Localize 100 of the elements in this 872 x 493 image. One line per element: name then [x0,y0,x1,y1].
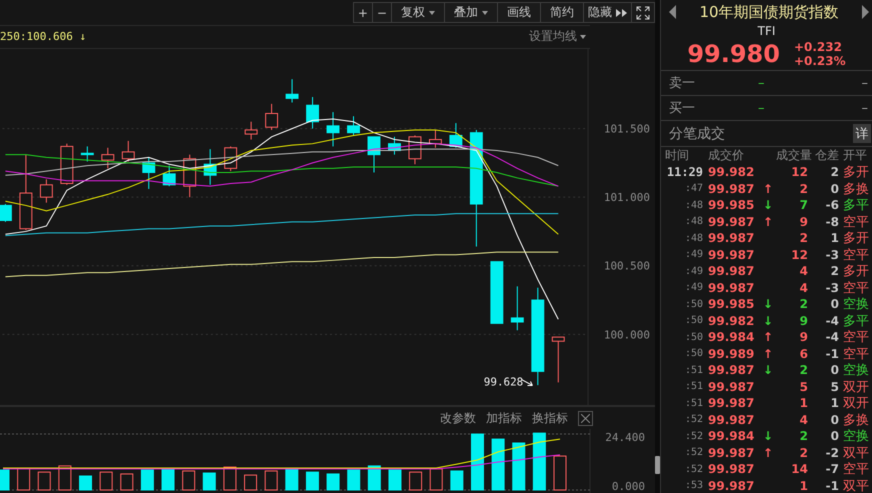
trend-arrow: ↑ [763,446,774,460]
right-arrow-icon[interactable] [862,5,869,19]
toolbar-button[interactable]: 叠加 [444,2,498,23]
position-change-cell-text: 1 [830,396,839,410]
fullscreen-button[interactable] [631,2,655,23]
trade-type-cell-text: 多换 [842,180,870,198]
time-cell-text: :49 [684,266,704,276]
volume-cell-text: 4 [798,280,808,294]
price-cell-text: 99.987 [708,264,756,278]
volume-cell-text: 2 [798,429,808,443]
volume-bar [0,470,10,490]
candlestick [368,136,380,173]
position-change-cell-text: 2 [830,165,839,179]
trade-type-cell-text: 空换 [842,362,870,379]
position-change-cell-text: 0 [830,412,839,426]
price-cell-text: 99.984 [708,330,756,344]
toolbar-button[interactable]: 简约 [540,2,584,23]
candlestick [552,336,565,383]
ma-settings-dropdown[interactable]: 设置均线 [529,28,586,46]
volume-bar [368,465,381,490]
close-icon[interactable] [578,410,593,426]
time-cell-text: :52 [684,414,704,425]
candlestick [244,120,258,140]
instrument-code: TFI [756,24,776,38]
price-cell-text: 99.987 [708,214,756,228]
trade-type-cell-text: 多开 [842,230,870,247]
time-cell-text: :53 [684,480,704,491]
price-cell-text: 99.989 [708,346,756,360]
time-cell-text: :48 [684,216,704,227]
position-change-cell-text: -2 [824,446,839,460]
volume-cell-text: 2 [798,363,808,377]
volume-bar [182,470,196,490]
toolbar-button[interactable]: − [372,2,392,23]
position-change-cell-text: 0 [830,429,839,443]
trade-type-cell-text: 双开 [842,378,870,396]
toolbar-button[interactable]: + [352,2,373,23]
time-cell-text: :51 [684,398,704,408]
axis-label: 101.500 [604,122,650,136]
volume-cell-text: 12 [790,165,808,179]
time-cell-text: :51 [684,381,704,392]
position-change-cell-text: -4 [824,314,839,328]
trade-type-cell-text: 空平 [842,461,870,478]
fullscreen-icon [636,6,650,20]
section-title: 分笔成交 [669,124,725,142]
candlestick [80,146,94,162]
position-change-cell-text: -3 [824,248,839,262]
panel-toggle-handle[interactable] [655,456,660,474]
time-cell-text: :50 [684,348,704,359]
toolbar-button[interactable]: 隐藏 [583,2,632,23]
volume-cell-text: 7 [798,198,808,212]
candlestick [265,103,278,130]
left-arrow-icon[interactable] [669,5,676,19]
volume-cell-text: 2 [798,446,808,460]
position-change-cell-text: 2 [830,264,839,278]
price-cell-text: 99.987 [708,478,756,492]
last-price: 99.980 [687,40,780,68]
pointer-arrow-icon [521,378,533,386]
volume-cell-text: 5 [798,380,808,394]
order-book-label: 买一 [669,100,696,117]
indicator-link[interactable]: 加指标 [486,410,522,426]
trend-arrow: ↓ [763,429,774,443]
volume-bar [100,472,113,490]
volume-bar [244,474,258,490]
price-cell-text: 99.987 [708,363,756,377]
position-change-cell-text: -7 [824,462,839,476]
trade-type-cell-text: 空平 [842,280,870,296]
position-change-cell-text: 0 [830,182,839,196]
volume-bar [471,434,484,490]
volume-bar [450,470,464,490]
detail-button[interactable]: 详 [853,124,871,143]
caret-icon [482,10,488,14]
volume-bar [140,470,154,490]
trade-type-cell-text: 双开 [842,395,870,412]
volume-cell-text: 9 [798,330,808,344]
indicator-link[interactable]: 换指标 [532,410,568,426]
toolbar-button[interactable]: 复权 [391,2,445,23]
price-cell-text: 99.987 [708,182,756,196]
time-cell-text: :50 [684,315,704,326]
time-cell-text: :47 [684,183,704,194]
volume-bar [492,438,505,490]
axis-label: 100.500 [604,259,650,272]
trend-arrow: ↑ [763,346,774,360]
volume-bar [306,472,319,490]
trade-type-cell-text: 空换 [842,296,870,313]
price-change: +0.232 [794,40,843,54]
trade-type-cell-text: 双平 [842,478,870,493]
indicator-link[interactable]: 改参数 [440,410,476,426]
caret-icon [429,10,435,14]
candlestick [347,115,360,136]
column-header: 仓差 [814,147,839,164]
volume-bar [17,467,30,490]
price-cell-text: 99.982 [708,314,756,328]
toolbar-button[interactable]: 画线 [497,2,541,23]
volume-bar [347,470,360,490]
axis-label: 101.000 [604,190,650,204]
volume-cell-text: 1 [798,396,808,410]
candlestick [326,111,340,147]
axis-label: 0.000 [612,480,645,493]
volume-bar [264,470,278,490]
volume-bar [162,467,175,490]
